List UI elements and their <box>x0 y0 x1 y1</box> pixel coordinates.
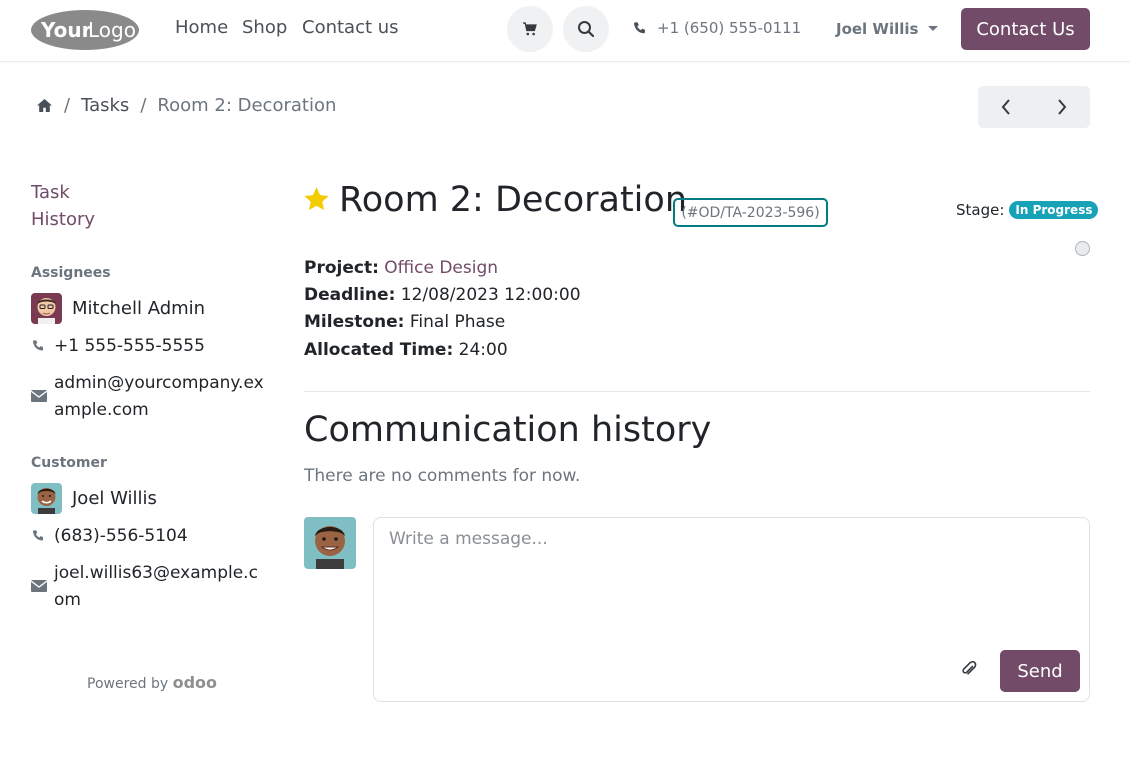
status-badge: In Progress <box>1009 201 1099 219</box>
home-icon[interactable] <box>36 98 53 113</box>
phone-icon <box>634 21 645 33</box>
breadcrumb-separator: / <box>140 95 147 116</box>
assignee-name: Mitchell Admin <box>72 298 206 319</box>
field-value: 24:00 <box>458 340 508 360</box>
search-button[interactable] <box>563 6 609 52</box>
stage-label: Stage: <box>956 201 1005 219</box>
sidebar-link-history[interactable]: History <box>31 209 95 230</box>
task-title: Room 2: Decoration <box>339 180 688 220</box>
cart-icon <box>523 22 537 36</box>
assignee-email: admin@yourcompany.example.com <box>30 370 268 424</box>
customer-person: Joel Willis <box>31 483 157 514</box>
envelope-icon <box>30 389 48 402</box>
field-label: Milestone: <box>304 312 405 332</box>
field-label: Deadline: <box>304 285 396 305</box>
record-pager <box>978 86 1090 128</box>
contact-us-button[interactable]: Contact Us <box>961 8 1090 50</box>
customer-email: joel.willis63@example.com <box>30 560 268 614</box>
project-link[interactable]: Office Design <box>384 258 498 278</box>
avatar <box>31 293 62 324</box>
avatar <box>304 517 356 569</box>
powered-by[interactable]: Powered by odoo <box>87 673 217 692</box>
svg-text:Logo: Logo <box>88 18 136 42</box>
assignee-email-address[interactable]: admin@yourcompany.example.com <box>54 370 268 424</box>
site-header: Your Logo Home Shop Contact us +1 (650) … <box>0 0 1130 62</box>
header-phone-number: +1 (650) 555-0111 <box>657 19 802 37</box>
svg-text:Your: Your <box>40 18 92 42</box>
field-label: Allocated Time: <box>304 340 454 360</box>
customer-phone-number: (683)-556-5104 <box>54 526 188 546</box>
section-divider <box>304 391 1090 392</box>
breadcrumb-tasks[interactable]: Tasks <box>81 95 129 116</box>
task-reference: (#OD/TA-2023-596) <box>673 198 828 227</box>
field-value: 12/08/2023 12:00:00 <box>400 285 581 305</box>
user-menu[interactable]: Joel Willis <box>836 20 939 38</box>
message-composer: Send <box>373 517 1090 702</box>
field-deadline: Deadline: 12/08/2023 12:00:00 <box>304 285 581 305</box>
phone-icon <box>32 530 44 541</box>
field-milestone: Milestone: Final Phase <box>304 312 505 332</box>
cart-button[interactable] <box>507 6 553 52</box>
customer-email-address[interactable]: joel.willis63@example.com <box>54 560 268 614</box>
field-allocated-time: Allocated Time: 24:00 <box>304 340 508 360</box>
phone-icon <box>32 340 44 351</box>
user-name: Joel Willis <box>836 20 919 38</box>
breadcrumb-separator: / <box>64 95 71 116</box>
assignee-person: Mitchell Admin <box>31 293 205 324</box>
sidebar-link-task[interactable]: Task <box>31 182 70 203</box>
avatar <box>31 483 62 514</box>
search-icon <box>578 21 595 38</box>
breadcrumb-current: Room 2: Decoration <box>157 95 337 116</box>
next-button[interactable] <box>1034 86 1090 128</box>
paperclip-icon[interactable] <box>960 660 978 678</box>
star-icon[interactable] <box>303 186 330 212</box>
no-comments-text: There are no comments for now. <box>304 466 581 486</box>
nav-contact-us[interactable]: Contact us <box>302 17 399 38</box>
company-logo[interactable]: Your Logo <box>30 9 140 51</box>
assignee-phone-number: +1 555-555-5555 <box>54 336 205 356</box>
send-button[interactable]: Send <box>1000 650 1080 692</box>
powered-by-label: Powered by <box>87 676 169 692</box>
field-value: Final Phase <box>409 312 506 332</box>
assignees-heading: Assignees <box>31 265 111 281</box>
previous-button[interactable] <box>978 86 1034 128</box>
kanban-state-indicator[interactable] <box>1075 241 1090 256</box>
assignee-phone: +1 555-555-5555 <box>31 336 205 356</box>
message-input[interactable] <box>375 519 975 559</box>
nav-shop[interactable]: Shop <box>242 17 287 38</box>
envelope-icon <box>30 579 48 592</box>
customer-name: Joel Willis <box>72 488 157 509</box>
odoo-logo: odoo <box>172 673 218 692</box>
customer-phone: (683)-556-5104 <box>31 526 188 546</box>
field-project: Project: Office Design <box>304 258 498 278</box>
chevron-left-icon <box>1001 99 1010 115</box>
nav-home[interactable]: Home <box>175 17 228 38</box>
field-label: Project: <box>304 258 379 278</box>
customer-heading: Customer <box>31 455 107 471</box>
task-stage: Stage: In Progress <box>956 201 1099 219</box>
breadcrumb: / Tasks / Room 2: Decoration <box>36 95 336 116</box>
communication-history-title: Communication history <box>304 410 712 450</box>
chevron-right-icon <box>1058 99 1067 115</box>
chevron-down-icon <box>928 25 939 31</box>
header-phone[interactable]: +1 (650) 555-0111 <box>632 19 801 37</box>
